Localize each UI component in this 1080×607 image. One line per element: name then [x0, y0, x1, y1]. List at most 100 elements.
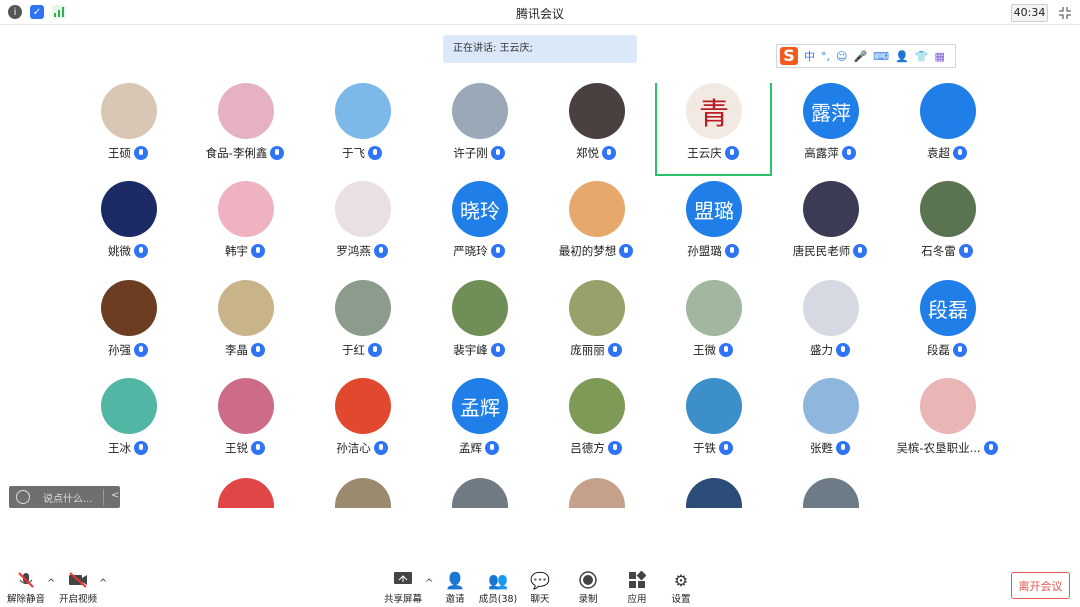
participant-name: 韩宇 [190, 243, 300, 259]
collapse-arrow-icon[interactable]: < [111, 490, 119, 501]
participant-name-text: 韩宇 [225, 244, 248, 258]
participant-tile[interactable]: 郑悦 [541, 83, 651, 173]
avatar [218, 280, 274, 336]
participant-name: 裴宇峰 [424, 342, 534, 358]
share-screen-label: 共享屏幕 [383, 594, 422, 605]
video-options-caret-icon[interactable]: ^ [99, 578, 107, 589]
share-screen-button[interactable]: 共享屏幕 [379, 571, 427, 607]
participant-tile[interactable]: 最初的梦想 [541, 181, 651, 271]
avatar [218, 181, 274, 237]
fullscreen-icon[interactable] [1058, 5, 1072, 19]
participant-name: 王硕 [73, 145, 183, 161]
members-button[interactable]: 👥 成员(38) [474, 571, 522, 607]
participant-tile[interactable]: 青王云庆 [658, 83, 768, 173]
participant-tile[interactable]: 食品-李俐鑫 [190, 83, 300, 173]
participant-tile[interactable]: 罗鸿燕 [307, 181, 417, 271]
mic-icon [251, 441, 265, 455]
punctuation-icon[interactable]: °, [821, 50, 830, 63]
apps-button[interactable]: 应用 [613, 570, 661, 607]
participant-tile[interactable]: 王冰 [73, 378, 183, 468]
skin-icon[interactable]: 👕 [915, 50, 929, 63]
speaking-indicator: 正在讲话: 王云庆; [443, 35, 637, 63]
partial-avatar [803, 478, 859, 508]
chat-button[interactable]: 💬 聊天 [516, 571, 564, 607]
mic-muted-icon [2, 571, 50, 591]
participant-name: 孙盟璐 [658, 243, 768, 259]
participant-tile[interactable]: 吴槟-农垦职业... [892, 378, 1002, 468]
voice-icon[interactable]: 🎤 [853, 50, 867, 63]
participant-name: 庞丽丽 [541, 342, 651, 358]
avatar: 盟璐 [686, 181, 742, 237]
mic-icon [853, 244, 868, 258]
keyboard-icon[interactable]: ⌨ [873, 50, 889, 63]
apps-label: 应用 [627, 594, 647, 605]
participant-tile[interactable]: 孙洁心 [307, 378, 417, 468]
user-icon[interactable]: 👤 [895, 50, 909, 63]
avatar [335, 378, 391, 434]
participant-name-text: 裴宇峰 [453, 343, 488, 357]
record-button[interactable]: 录制 [564, 571, 612, 607]
participant-tile[interactable]: 晓玲 严晓玲 [424, 181, 534, 271]
mic-icon [719, 343, 733, 357]
unmute-button[interactable]: 解除静音 [2, 571, 50, 607]
participant-tile[interactable]: 段磊 段磊 [892, 280, 1002, 370]
participant-name-text: 孙强 [108, 343, 131, 357]
participant-tile[interactable]: 王微 [658, 280, 768, 370]
participant-tile[interactable]: 王锐 [190, 378, 300, 468]
mic-icon [602, 146, 616, 160]
participant-tile[interactable]: 裴宇峰 [424, 280, 534, 370]
participant-tile[interactable]: 露萍 高露萍 [775, 83, 885, 173]
participant-tile[interactable]: 姚微 [73, 181, 183, 271]
emoji-icon[interactable] [16, 490, 30, 504]
window-title: 腾讯会议 [515, 7, 564, 21]
participant-tile[interactable]: 吕德方 [541, 378, 651, 468]
avatar [452, 280, 508, 336]
participant-tile[interactable]: 李晶 [190, 280, 300, 370]
participant-tile[interactable]: 盟璐 孙盟璐 [658, 181, 768, 271]
avatar [803, 378, 859, 434]
participant-tile[interactable]: 于铁 [658, 378, 768, 468]
leave-meeting-button[interactable]: 离开会议 [1011, 572, 1070, 599]
participant-tile[interactable]: 韩宇 [190, 181, 300, 271]
members-icon: 👥 [488, 571, 508, 590]
participant-tile[interactable]: 张甦 [775, 378, 885, 468]
avatar [218, 83, 274, 139]
participant-tile[interactable]: 袁超 [892, 83, 1002, 173]
avatar [569, 280, 625, 336]
partial-avatar [452, 478, 508, 508]
ime-toolbar[interactable]: S 中 °, ☺ 🎤 ⌨ 👤 👕 ▦ [776, 44, 956, 68]
participant-tile[interactable]: 唐民民老师 [775, 181, 885, 271]
invite-button[interactable]: 👤 邀请 [431, 571, 479, 607]
participant-name: 石冬雷 [892, 243, 1002, 259]
chat-input-bar[interactable]: 说点什么... < [9, 486, 120, 508]
participant-tile[interactable]: 石冬雷 [892, 181, 1002, 271]
divider [103, 489, 104, 505]
participant-tile[interactable]: 许子刚 [424, 83, 534, 173]
participant-tile[interactable]: 孙强 [73, 280, 183, 370]
avatar [920, 181, 976, 237]
start-video-button[interactable]: 开启视频 [54, 571, 102, 607]
share-screen-icon [379, 571, 427, 591]
mic-icon [368, 146, 382, 160]
ime-lang[interactable]: 中 [804, 48, 815, 64]
participant-tile[interactable]: 于红 [307, 280, 417, 370]
participant-tile[interactable]: 孟辉 孟辉 [424, 378, 534, 468]
avatar [569, 181, 625, 237]
mic-icon [134, 441, 148, 455]
participant-tile[interactable]: 盛力 [775, 280, 885, 370]
settings-button[interactable]: ⚙ 设置 [657, 571, 705, 607]
avatar: 晓玲 [452, 181, 508, 237]
participant-tile[interactable]: 王硕 [73, 83, 183, 173]
participant-tile[interactable]: 庞丽丽 [541, 280, 651, 370]
mic-icon [724, 244, 739, 258]
avatar [569, 83, 625, 139]
participant-tile[interactable]: 于飞 [307, 83, 417, 173]
unmute-label: 解除静音 [6, 594, 45, 605]
chat-placeholder[interactable]: 说点什么... [43, 490, 93, 505]
participant-name: 许子刚 [424, 145, 534, 161]
menu-grid-icon[interactable]: ▦ [934, 50, 944, 63]
participant-name-text: 段磊 [927, 343, 950, 357]
record-icon [564, 571, 612, 591]
emoji-icon[interactable]: ☺ [836, 50, 847, 63]
participant-name: 李晶 [190, 342, 300, 358]
